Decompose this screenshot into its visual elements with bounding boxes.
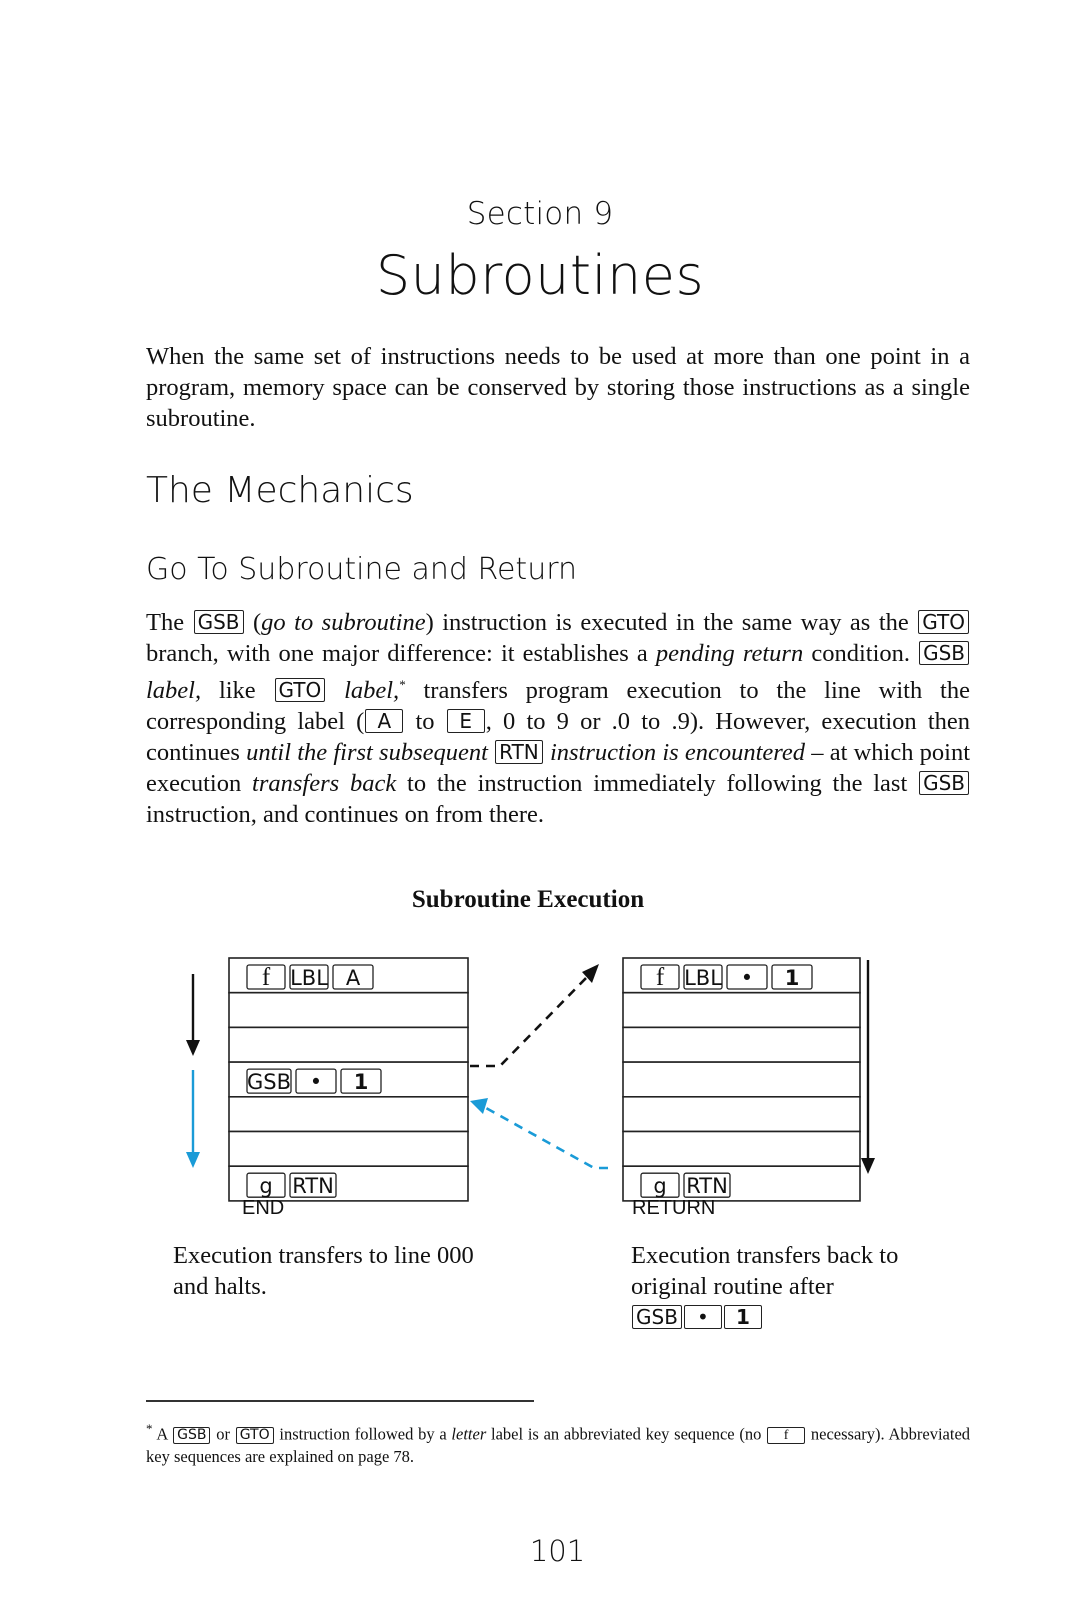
- key-label: g: [653, 1174, 666, 1198]
- right-routine-box: f LBL • 1 g RTN: [622, 957, 861, 1202]
- key-label: f: [656, 964, 665, 991]
- key-label: g: [259, 1174, 272, 1198]
- key-label: •: [741, 966, 753, 990]
- key-f: f: [767, 1426, 806, 1444]
- program-line: [622, 991, 861, 1029]
- caption-line: Execution transfers back to: [631, 1242, 899, 1269]
- footnote: * A GSB or GTO instruction followed by a…: [146, 1418, 970, 1468]
- key-gsb: GSB: [632, 1305, 682, 1329]
- return-path-dashed: [485, 1106, 608, 1170]
- program-line: [622, 1026, 861, 1063]
- right-caption: Execution transfers back to original rou…: [631, 1240, 898, 1333]
- program-line: [622, 1130, 861, 1168]
- key-label: RTN: [686, 1174, 728, 1198]
- key-label: f: [262, 964, 271, 991]
- caption-keys: GSB • 1: [631, 1302, 898, 1333]
- key-label: 1: [785, 966, 800, 990]
- key-label: A: [346, 966, 361, 990]
- left-routine-box: f LBL A GSB • 1 g RTN: [228, 957, 469, 1202]
- return-path-arrowhead: [470, 1098, 488, 1114]
- key-dot: •: [683, 1305, 722, 1329]
- key-label: 1: [354, 1070, 369, 1094]
- key-label: GSB: [247, 1070, 291, 1094]
- left-caption: Execution transfers to line 000 and halt…: [173, 1240, 474, 1302]
- program-line: [622, 1061, 861, 1098]
- text: A: [156, 1424, 168, 1444]
- program-line: [228, 1096, 469, 1133]
- key-gsb: GSB: [173, 1426, 211, 1444]
- caption-line: Execution transfers to line 000: [173, 1242, 474, 1269]
- flow-arrowhead: [186, 1040, 200, 1056]
- text: label is an abbreviated key sequence (no: [491, 1424, 762, 1444]
- caption-line: original routine after: [631, 1273, 834, 1300]
- caption-line: and halts.: [173, 1273, 267, 1300]
- end-label: END: [242, 1197, 285, 1219]
- key-1: 1: [723, 1305, 762, 1329]
- key-label: LBL: [684, 966, 722, 990]
- text: instruction followed by a: [279, 1424, 447, 1444]
- return-flow-arrowhead: [186, 1152, 200, 1168]
- return-label: RETURN: [632, 1197, 716, 1219]
- subroutine-diagram: f LBL A GSB • 1 g RTN f LBL • 1 g RTN: [186, 957, 875, 1202]
- program-line: [622, 1096, 861, 1133]
- text: or: [216, 1424, 230, 1444]
- key-label: •: [310, 1070, 322, 1094]
- program-line: [228, 1130, 469, 1168]
- page-number: 101: [529, 1534, 586, 1568]
- program-line: [228, 991, 469, 1029]
- footnote-mark: *: [146, 1421, 153, 1436]
- footnote-divider: [146, 1400, 534, 1402]
- key-gto: GTO: [235, 1426, 274, 1444]
- call-path-dashed: [470, 975, 589, 1068]
- key-label: LBL: [290, 966, 328, 990]
- key-label: RTN: [292, 1174, 334, 1198]
- emphasis: letter: [451, 1424, 487, 1444]
- flow-arrowhead-right: [861, 1158, 875, 1174]
- program-line: [228, 1026, 469, 1063]
